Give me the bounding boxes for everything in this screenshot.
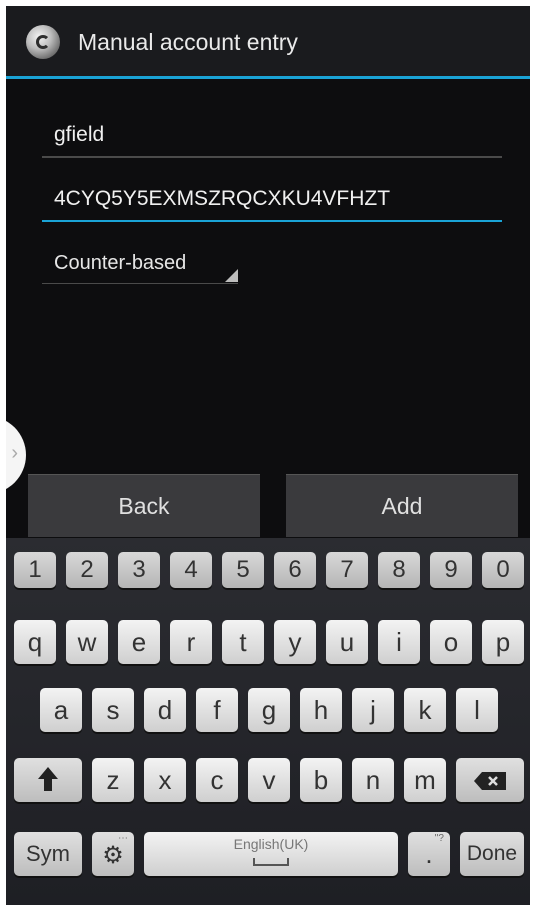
key-n[interactable]: n: [352, 758, 394, 802]
shift-key[interactable]: [14, 758, 82, 802]
field-underline: [42, 156, 502, 158]
key-u[interactable]: u: [326, 620, 368, 664]
on-screen-keyboard: 1 2 3 4 5 6 7 8 9 0 q w e r t y u i o p …: [6, 538, 530, 905]
key-6[interactable]: 6: [274, 552, 316, 588]
key-y[interactable]: y: [274, 620, 316, 664]
key-d[interactable]: d: [144, 688, 186, 732]
key-m[interactable]: m: [404, 758, 446, 802]
sym-key[interactable]: Sym: [14, 832, 82, 876]
key-0[interactable]: 0: [482, 552, 524, 588]
key-i[interactable]: i: [378, 620, 420, 664]
key-3[interactable]: 3: [118, 552, 160, 588]
spinner-underline: [42, 283, 238, 284]
account-name-value: gfield: [54, 123, 105, 146]
key-a[interactable]: a: [40, 688, 82, 732]
spinner-triangle-icon: [225, 269, 238, 282]
side-panel-handle[interactable]: ›: [6, 416, 26, 494]
secret-key-value: 4CYQ5Y5EXMSZRQCXKU4VFHZT: [54, 187, 391, 210]
space-key-label: English(UK): [233, 836, 309, 852]
key-r[interactable]: r: [170, 620, 212, 664]
period-key[interactable]: ''? .: [408, 832, 450, 876]
key-f[interactable]: f: [196, 688, 238, 732]
key-type-value: Counter-based: [54, 252, 187, 274]
key-j[interactable]: j: [352, 688, 394, 732]
key-e[interactable]: e: [118, 620, 160, 664]
screen: Manual account entry gfield 4CYQ5Y5EXMSZ…: [6, 6, 530, 905]
key-4[interactable]: 4: [170, 552, 212, 588]
gear-icon: ⚙: [102, 842, 124, 869]
account-name-field[interactable]: gfield: [42, 112, 502, 158]
chevron-right-icon: ›: [11, 442, 18, 464]
key-k[interactable]: k: [404, 688, 446, 732]
key-9[interactable]: 9: [430, 552, 472, 588]
key-l[interactable]: l: [456, 688, 498, 732]
key-p[interactable]: p: [482, 620, 524, 664]
key-c[interactable]: c: [196, 758, 238, 802]
key-v[interactable]: v: [248, 758, 290, 802]
add-button[interactable]: Add: [286, 474, 518, 537]
key-s[interactable]: s: [92, 688, 134, 732]
key-h[interactable]: h: [300, 688, 342, 732]
backspace-key[interactable]: [456, 758, 524, 802]
space-icon: [253, 858, 289, 866]
keyboard-settings-key[interactable]: ⋯ ⚙: [92, 832, 134, 876]
key-o[interactable]: o: [430, 620, 472, 664]
space-key[interactable]: English(UK): [144, 832, 398, 876]
done-key[interactable]: Done: [460, 832, 524, 876]
back-button[interactable]: Back: [28, 474, 260, 537]
field-underline-active: [42, 220, 502, 222]
key-8[interactable]: 8: [378, 552, 420, 588]
key-g[interactable]: g: [248, 688, 290, 732]
page-title: Manual account entry: [78, 29, 298, 55]
key-type-spinner[interactable]: Counter-based: [42, 246, 238, 284]
key-q[interactable]: q: [14, 620, 56, 664]
period-label: .: [425, 839, 433, 869]
backspace-icon: [474, 772, 506, 790]
key-w[interactable]: w: [66, 620, 108, 664]
key-2[interactable]: 2: [66, 552, 108, 588]
key-7[interactable]: 7: [326, 552, 368, 588]
key-1[interactable]: 1: [14, 552, 56, 588]
action-bar: Manual account entry: [6, 6, 530, 79]
key-5[interactable]: 5: [222, 552, 264, 588]
secret-key-field[interactable]: 4CYQ5Y5EXMSZRQCXKU4VFHZT: [42, 176, 502, 222]
key-b[interactable]: b: [300, 758, 342, 802]
key-t[interactable]: t: [222, 620, 264, 664]
key-x[interactable]: x: [144, 758, 186, 802]
shift-arrow-icon: [38, 767, 58, 791]
ellipsis-icon: ⋯: [118, 833, 128, 844]
key-z[interactable]: z: [92, 758, 134, 802]
app-logo-icon: [26, 25, 60, 59]
punctuation-hint-icon: ''?: [434, 833, 444, 844]
